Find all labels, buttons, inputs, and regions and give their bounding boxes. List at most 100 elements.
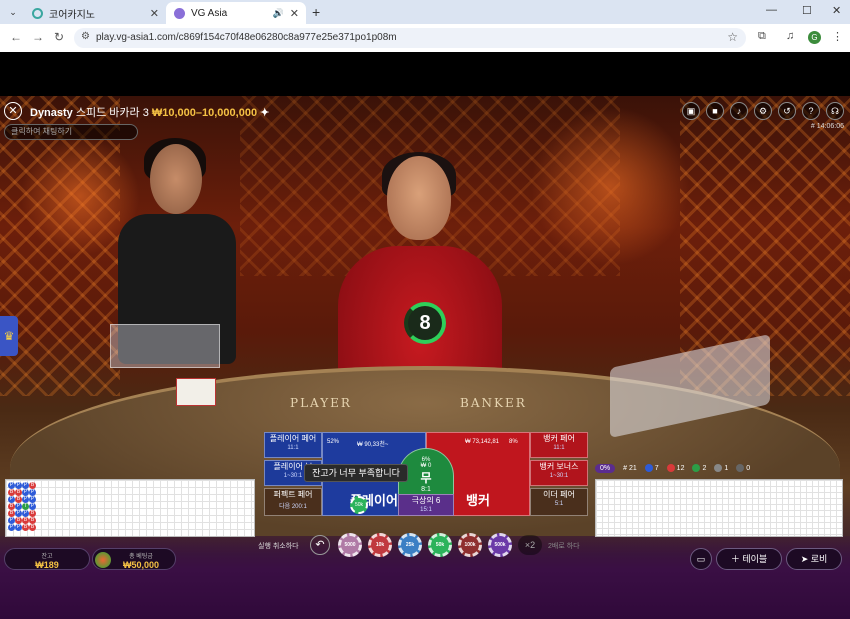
- placed-chip: 50k: [350, 496, 368, 514]
- bet-either-pair[interactable]: 이더 페어 5:1: [530, 488, 588, 516]
- chat-icon[interactable]: ▣: [682, 102, 700, 120]
- bet-odds: 11:1: [287, 445, 299, 451]
- bead-road-dot: P: [15, 510, 22, 517]
- chip-10k[interactable]: 10k: [368, 533, 392, 557]
- history-icon[interactable]: ↺: [778, 102, 796, 120]
- bead-road-dot: P: [8, 517, 15, 524]
- top-icon-bar: ▣ ■ ♪ ⚙ ↺ ? ☊: [682, 102, 844, 120]
- double-button[interactable]: ×2: [518, 535, 542, 555]
- banker-percent: 8%: [509, 439, 518, 445]
- bet-banker-bonus[interactable]: 뱅커 보너스 1~30:1: [530, 460, 588, 486]
- lobby-label: 로비: [810, 554, 828, 564]
- bet-lucky-6[interactable]: 극상의 6 15:1: [398, 494, 454, 516]
- big-road[interactable]: [595, 479, 843, 537]
- chip-25k[interactable]: 25k: [398, 533, 422, 557]
- tab-close-icon[interactable]: ✕: [290, 7, 299, 20]
- stat-banker-pair: 0: [736, 464, 750, 472]
- chat-input[interactable]: 클릭하여 채팅하기: [4, 124, 138, 140]
- table-banker-text: BANKER: [460, 396, 527, 410]
- browser-menu-icon[interactable]: ⋮: [832, 30, 843, 43]
- bet-odds: 5:1: [554, 501, 564, 507]
- bead-road[interactable]: PPPBBBPPPBPPBPTPBPPBPBBBPPBB: [5, 479, 255, 537]
- help-icon[interactable]: ?: [802, 102, 820, 120]
- discard-tray: [110, 324, 220, 368]
- player-amount: ₩ 90,33천~: [357, 442, 389, 448]
- bead-road-dot: B: [15, 496, 22, 503]
- bead-road-dot: B: [8, 489, 15, 496]
- extensions-icon[interactable]: ⧉: [758, 30, 766, 43]
- bead-road-dot: P: [15, 482, 22, 489]
- tab-title: VG Asia: [191, 7, 228, 19]
- maximize-icon[interactable]: ☐: [802, 4, 812, 17]
- settings-gear-icon[interactable]: ⚙: [754, 102, 772, 120]
- site-info-icon[interactable]: ⚙: [81, 31, 90, 42]
- insufficient-balance-tooltip: 잔고가 너무 부족합니다: [304, 464, 408, 482]
- bead-road-dot: P: [22, 489, 29, 496]
- url-text[interactable]: play.vg-asia1.com/c869f154c70f48e06280c8…: [96, 32, 397, 43]
- profile-avatar[interactable]: G: [808, 31, 821, 44]
- sound-icon[interactable]: ♪: [730, 102, 748, 120]
- bet-label: 이더 페어: [543, 490, 575, 499]
- balance-value: ₩189: [35, 560, 59, 570]
- tables-label: 테이블: [742, 554, 768, 564]
- plus-icon: ＋: [730, 554, 740, 564]
- chips-icon: [95, 552, 111, 568]
- bet-banker-pair[interactable]: 뱅커 페어 11:1: [530, 432, 588, 458]
- tab-search-icon[interactable]: ⌄: [6, 5, 20, 19]
- tab-favicon-icon: [174, 7, 185, 19]
- bead-road-dot: B: [29, 524, 36, 531]
- bead-road-dot: P: [8, 524, 15, 531]
- background-glow: [530, 106, 690, 266]
- stat-player-pair: 1: [714, 464, 728, 472]
- reload-icon[interactable]: ↻: [54, 30, 64, 44]
- trophy-icon[interactable]: ♛: [0, 316, 18, 356]
- close-game-button[interactable]: ✕: [4, 102, 22, 120]
- banker-amount: ₩ 73,142,81: [465, 439, 500, 445]
- chip-5000[interactable]: 5000: [338, 533, 362, 557]
- lobby-button[interactable]: ➤ 로비: [786, 548, 842, 570]
- bet-limits: ₩10,000–10,000,000: [151, 107, 258, 119]
- browser-toolbar: ← → ↻ ⚙ play.vg-asia1.com/c869f154c70f48…: [0, 24, 850, 52]
- bead-road-dot: B: [29, 482, 36, 489]
- bookmark-star-icon[interactable]: ☆: [727, 30, 738, 44]
- bead-road-dot: B: [8, 503, 15, 510]
- bet-player-pair[interactable]: 플레이어 페어 11:1: [264, 432, 322, 458]
- chip-500k[interactable]: 500k: [488, 533, 512, 557]
- bet-odds: 15:1: [420, 507, 432, 513]
- bead-road-dot: P: [29, 489, 36, 496]
- tab-audio-icon[interactable]: 🔊: [273, 8, 284, 19]
- chat-bubble-button[interactable]: ▭: [690, 548, 712, 570]
- balance-label: 잔고: [41, 554, 53, 560]
- address-bar[interactable]: ⚙ play.vg-asia1.com/c869f154c70f48e06280…: [74, 28, 746, 48]
- support-icon[interactable]: ☊: [826, 102, 844, 120]
- video-icon[interactable]: ■: [706, 102, 724, 120]
- minimize-icon[interactable]: —: [766, 4, 777, 16]
- back-arrow-icon[interactable]: ←: [10, 30, 22, 44]
- bet-label: 퍼펙트 페어: [273, 490, 313, 499]
- bead-road-dot: P: [22, 510, 29, 517]
- forward-arrow-icon[interactable]: →: [32, 30, 44, 44]
- tab-favicon-icon: [32, 7, 43, 19]
- chip-50k[interactable]: 50k: [428, 533, 452, 557]
- bet-label: 뱅커 보너스: [539, 462, 579, 471]
- undo-button[interactable]: ↶: [310, 535, 330, 555]
- chip-100k[interactable]: 100k: [458, 533, 482, 557]
- new-tab-button[interactable]: +: [312, 4, 320, 20]
- tab-close-icon[interactable]: ✕: [150, 7, 159, 20]
- undo-label: 실행 취소하다: [258, 543, 299, 550]
- bet-label: 플레이어 페어: [269, 434, 317, 443]
- pin-icon[interactable]: ✦: [260, 107, 269, 119]
- stat-player: 7: [644, 464, 659, 472]
- bet-perfect-pair[interactable]: 퍼펙트 페어 다음 200:1: [264, 488, 322, 516]
- tab-vg-asia[interactable]: VG Asia 🔊 ✕: [166, 2, 306, 24]
- bet-odds: 11:1: [553, 445, 565, 451]
- double-label: 2배로 하다: [548, 543, 580, 550]
- bead-road-dot: P: [8, 496, 15, 503]
- table-player-text: PLAYER: [290, 396, 352, 410]
- media-control-icon[interactable]: ♫: [786, 30, 794, 42]
- bead-road-dot: B: [8, 510, 15, 517]
- browser-window: ⌄ 코어카지노 ✕ VG Asia 🔊 ✕ + — ☐ ✕ ← → ↻ ⚙ pl…: [0, 0, 850, 619]
- tables-button[interactable]: ＋ 테이블: [716, 548, 782, 570]
- tab-core-casino[interactable]: 코어카지노 ✕: [24, 2, 166, 24]
- window-close-icon[interactable]: ✕: [832, 4, 841, 17]
